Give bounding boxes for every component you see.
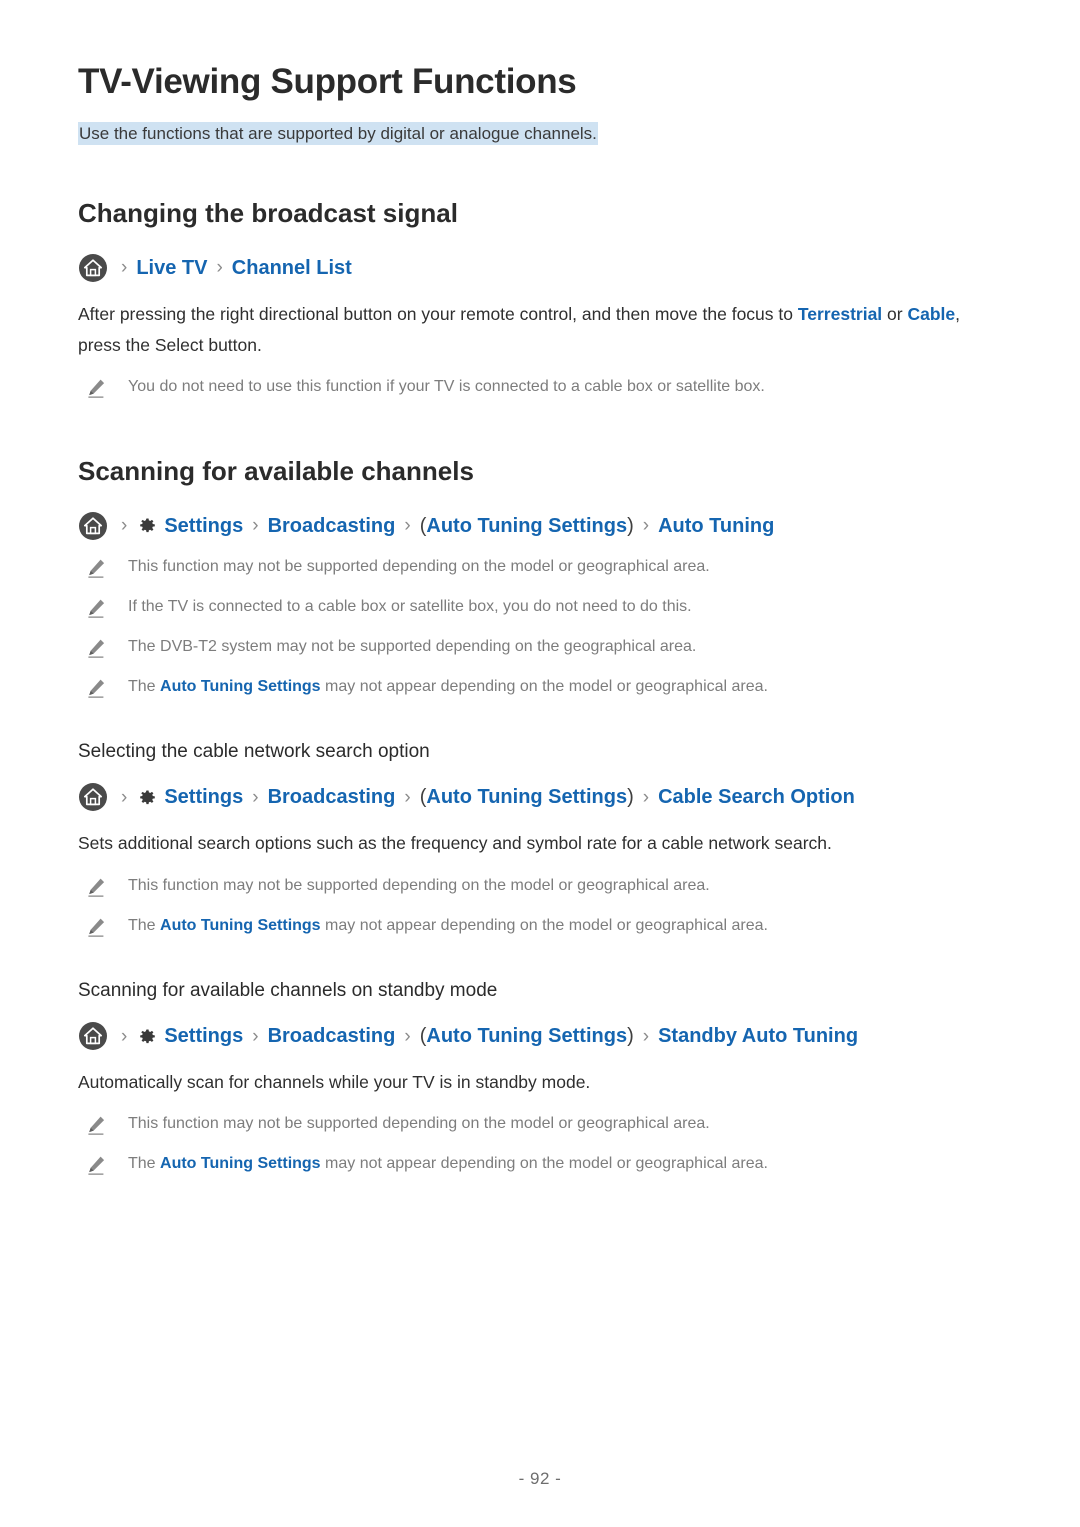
pencil-note-icon [84,875,108,899]
breadcrumb-item-auto-tuning-settings[interactable]: Auto Tuning Settings [426,515,627,537]
note-item: The Auto Tuning Settings may not appear … [78,914,1002,938]
section-heading-broadcast-signal: Changing the broadcast signal [78,197,458,228]
breadcrumb-separator-icon: › [404,1025,411,1047]
note-suffix: may not appear depending on the model or… [320,1155,768,1173]
page-title: TV-Viewing Support Functions [78,62,577,101]
breadcrumb-item-auto-tuning[interactable]: Auto Tuning [658,515,774,537]
breadcrumb-item-broadcasting[interactable]: Broadcasting [268,786,396,808]
home-icon[interactable] [78,782,108,812]
note-prefix: The [128,1155,161,1173]
breadcrumb-separator-icon: › [216,257,223,279]
note-inline-link-auto-tuning-settings[interactable]: Auto Tuning Settings [160,1155,321,1172]
note-text: This function may not be supported depen… [128,557,710,575]
gear-icon[interactable] [136,1026,159,1049]
breadcrumb-paren-close: ) [627,514,634,537]
note-inline-link-auto-tuning-settings[interactable]: Auto Tuning Settings [160,917,321,934]
note-suffix: may not appear depending on the model or… [320,677,768,695]
pencil-note-icon [84,596,108,620]
gear-icon[interactable] [136,515,159,538]
breadcrumb-separator-icon: › [404,515,411,537]
document-page: TV-Viewing Support Functions Use the fun… [0,0,1080,1527]
gear-icon[interactable] [136,787,159,810]
subsection-heading-cable-search-option: Selecting the cable network search optio… [78,740,430,762]
note-item: You do not need to use this function if … [78,375,1002,399]
note-item: This function may not be supported depen… [78,874,1002,898]
paragraph-cable-search-option: Sets additional search options such as t… [78,833,832,854]
breadcrumb-separator-icon: › [121,1025,128,1047]
pencil-note-icon [84,676,108,700]
breadcrumb-auto-tuning[interactable]: › Settings › Broadcasting › (Auto Tuning… [78,511,1002,541]
breadcrumb-item-auto-tuning-settings[interactable]: Auto Tuning Settings [426,786,627,808]
home-icon[interactable] [78,253,108,283]
inline-link-cable[interactable]: Cable [907,304,955,324]
paragraph-prefix: After pressing the right directional but… [78,303,798,324]
breadcrumb-standby-auto-tuning[interactable]: › Settings › Broadcasting › (Auto Tuning… [78,1021,1002,1051]
subsection-heading-standby-auto-tuning: Scanning for available channels on stand… [78,979,498,1001]
page-subtitle-wrapper: Use the functions that are supported by … [78,120,1002,147]
note-prefix: The [128,916,161,934]
note-text: If the TV is connected to a cable box or… [128,597,692,615]
note-text: The Auto Tuning Settings may not appear … [128,1152,768,1176]
note-item: The Auto Tuning Settings may not appear … [78,1152,1002,1176]
breadcrumb-item-settings[interactable]: Settings [164,1025,243,1047]
note-text: The Auto Tuning Settings may not appear … [128,914,768,938]
breadcrumb-item-channel-list[interactable]: Channel List [232,257,352,279]
note-item: This function may not be supported depen… [78,555,1002,579]
inline-link-terrestrial[interactable]: Terrestrial [798,304,882,324]
home-icon[interactable] [78,511,108,541]
note-suffix: may not appear depending on the model or… [320,916,768,934]
note-text: This function may not be supported depen… [128,1115,710,1133]
breadcrumb-item-broadcasting[interactable]: Broadcasting [268,1025,396,1047]
breadcrumb-separator-icon: › [121,257,128,279]
breadcrumb-item-cable-search-option[interactable]: Cable Search Option [658,786,855,808]
paragraph-mid: or [882,303,908,324]
breadcrumb-item-auto-tuning-settings[interactable]: Auto Tuning Settings [426,1025,627,1047]
note-item: The Auto Tuning Settings may not appear … [78,675,1002,699]
breadcrumb-item-settings[interactable]: Settings [164,786,243,808]
section-heading-scanning-channels: Scanning for available channels [78,456,474,487]
page-subtitle: Use the functions that are supported by … [78,121,598,145]
breadcrumb-cable-search-option[interactable]: › Settings › Broadcasting › (Auto Tuning… [78,782,1002,812]
breadcrumb-separator-icon: › [252,786,259,808]
note-text: You do not need to use this function if … [128,378,765,396]
note-text: The Auto Tuning Settings may not appear … [128,675,768,699]
note-prefix: The [128,677,161,695]
breadcrumb-separator-icon: › [642,1025,650,1047]
breadcrumb-item-broadcasting[interactable]: Broadcasting [268,515,396,537]
page-number: - 92 - [518,1469,562,1488]
note-text: The DVB-T2 system may not be supported d… [128,637,697,655]
note-item: This function may not be supported depen… [78,1112,1002,1136]
pencil-note-icon [84,556,108,580]
breadcrumb-paren-open: ( [419,1025,427,1048]
note-item: The DVB-T2 system may not be supported d… [78,635,1002,659]
breadcrumb-paren-open: ( [419,514,427,537]
breadcrumb-separator-icon: › [642,786,650,808]
note-inline-link-auto-tuning-settings[interactable]: Auto Tuning Settings [160,678,321,695]
breadcrumb-paren-close: ) [627,786,634,809]
breadcrumb-item-live-tv[interactable]: Live TV [136,257,207,279]
breadcrumb-separator-icon: › [252,1025,259,1047]
breadcrumb-separator-icon: › [252,515,259,537]
pencil-note-icon [84,915,108,939]
breadcrumb-separator-icon: › [121,515,128,537]
breadcrumb-paren-close: ) [627,1025,634,1048]
breadcrumb-item-standby-auto-tuning[interactable]: Standby Auto Tuning [658,1025,858,1047]
pencil-note-icon [84,1113,108,1137]
note-item: If the TV is connected to a cable box or… [78,595,1002,619]
breadcrumb-live-tv-channel-list[interactable]: › Live TV › Channel List [78,253,1002,283]
breadcrumb-separator-icon: › [404,786,411,808]
paragraph-broadcast-signal: After pressing the right directional but… [78,299,998,361]
breadcrumb-separator-icon: › [121,786,128,808]
breadcrumb-item-settings[interactable]: Settings [164,515,243,537]
breadcrumb-paren-open: ( [419,786,427,809]
home-icon[interactable] [78,1021,108,1051]
breadcrumb-separator-icon: › [642,515,650,537]
note-text: This function may not be supported depen… [128,876,710,894]
pencil-note-icon [84,636,108,660]
pencil-note-icon [84,1153,108,1177]
paragraph-standby-auto-tuning: Automatically scan for channels while yo… [78,1072,591,1093]
pencil-note-icon [84,376,108,400]
